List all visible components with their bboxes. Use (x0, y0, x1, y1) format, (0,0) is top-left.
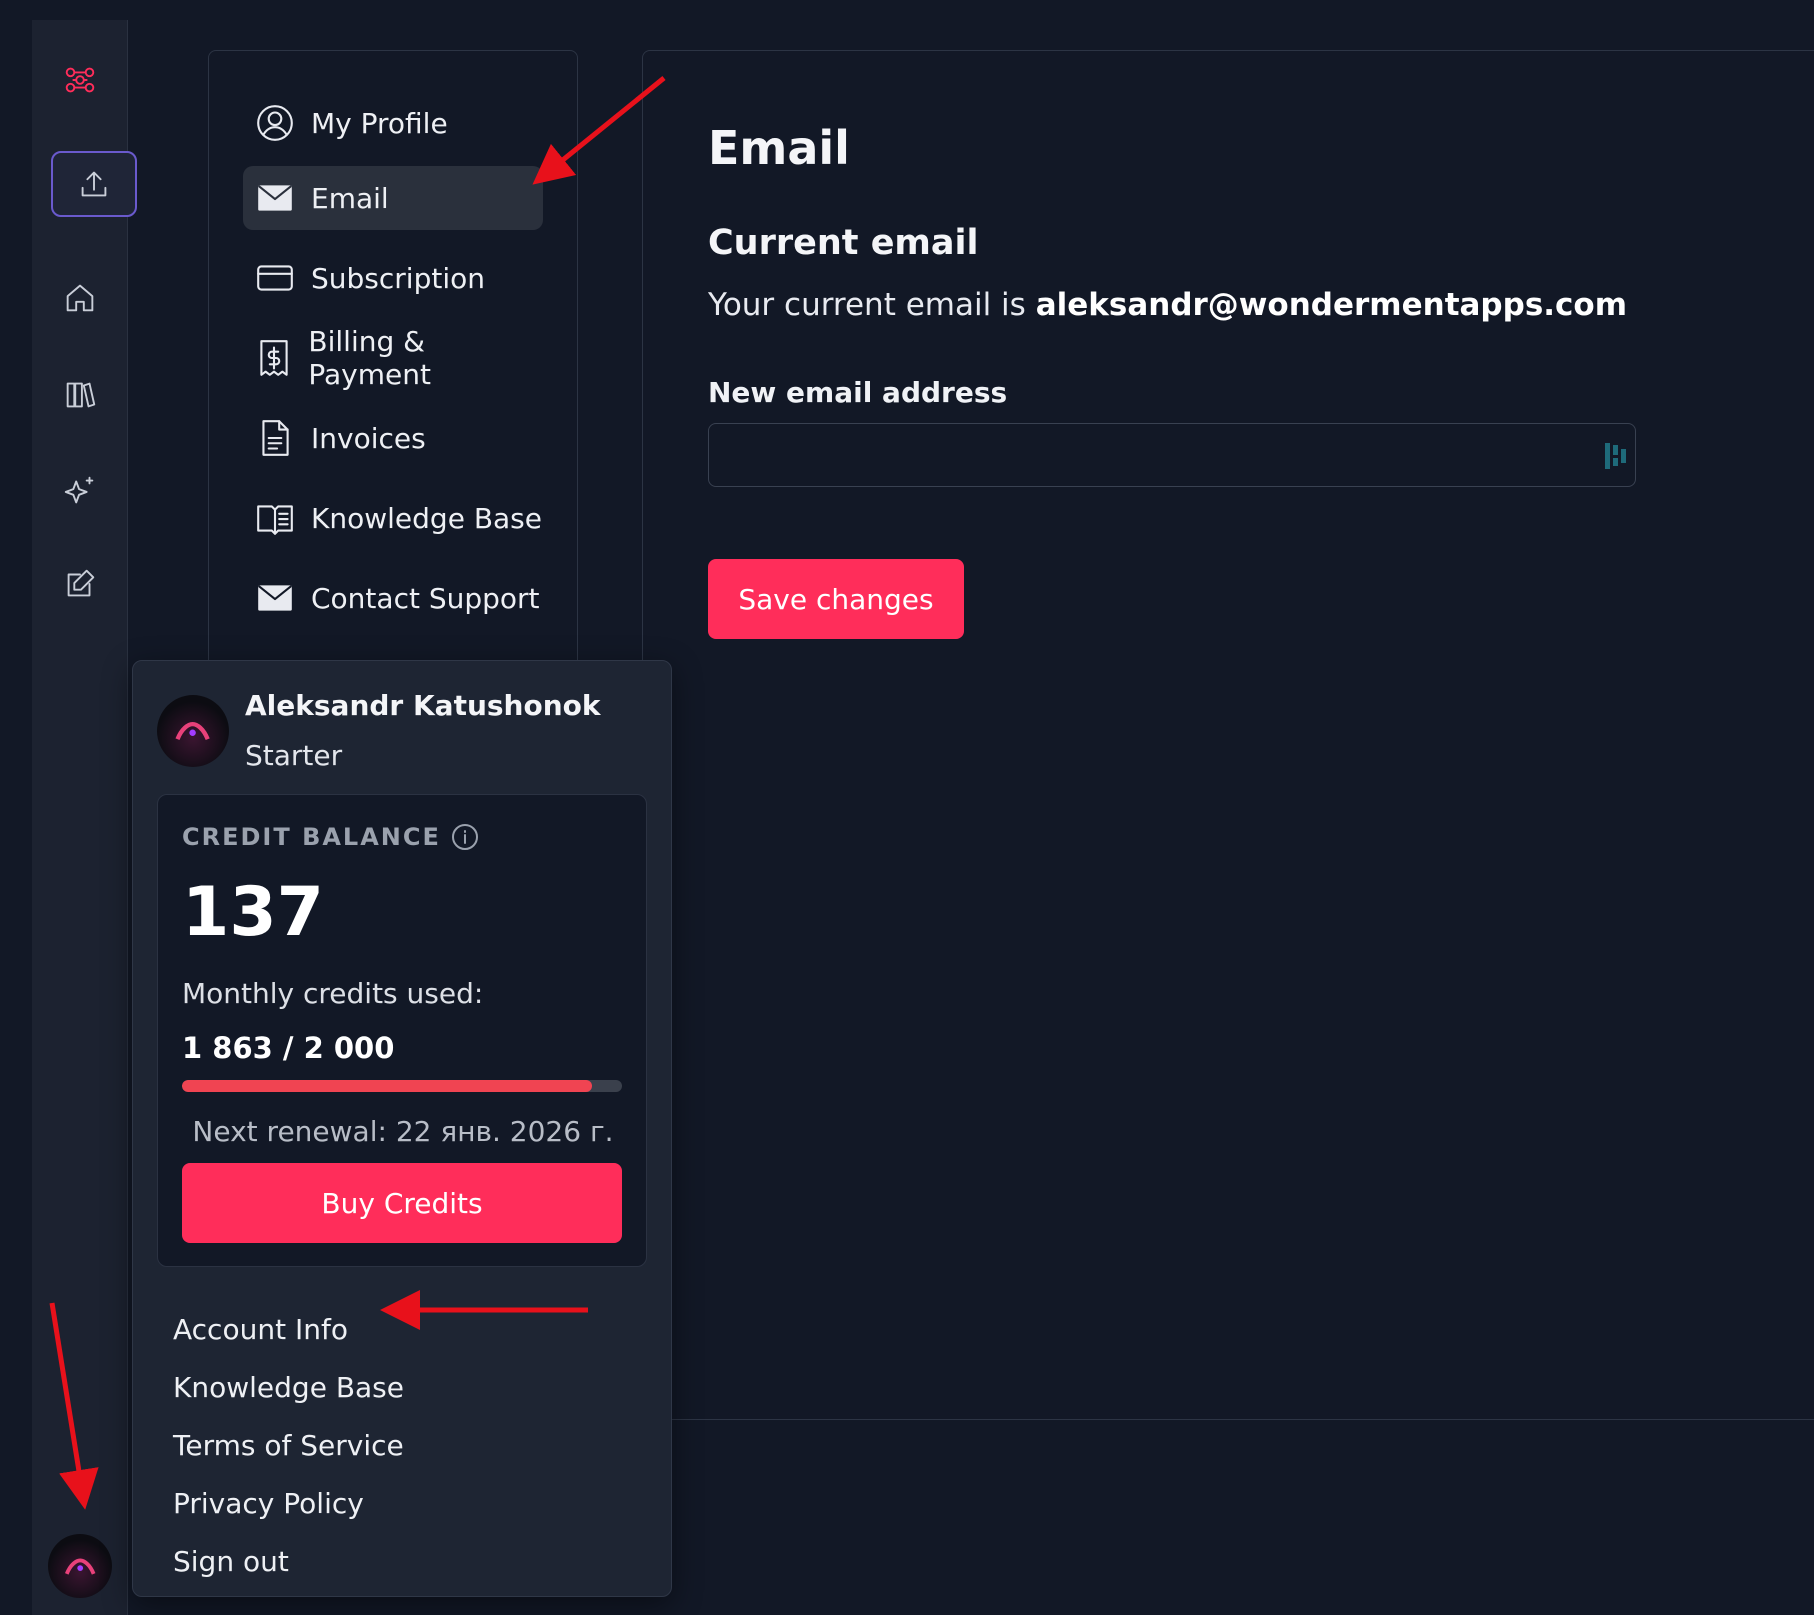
page-title: Email (708, 121, 850, 175)
menu-link-sign-out[interactable]: Sign out (173, 1545, 289, 1578)
settings-nav: My Profile Email Subscription Billing & … (208, 50, 578, 670)
nav-item-billing-payment[interactable]: Billing & Payment (243, 325, 543, 391)
nav-item-subscription[interactable]: Subscription (243, 246, 543, 310)
nav-item-knowledge-base[interactable]: Knowledge Base (243, 486, 543, 550)
current-email-text: Your current email is aleksandr@wonderme… (708, 287, 1627, 323)
envelope-icon (251, 574, 299, 622)
monthly-credits-progress (182, 1080, 622, 1092)
book-icon (251, 494, 299, 542)
user-avatar (157, 695, 229, 767)
nav-item-label: Billing & Payment (308, 325, 431, 391)
progress-fill (182, 1080, 592, 1092)
nav-item-label: Subscription (311, 261, 485, 295)
current-email-heading: Current email (708, 223, 979, 263)
nav-item-label: Email (311, 181, 389, 215)
document-icon (251, 414, 299, 462)
menu-link-terms-of-service[interactable]: Terms of Service (173, 1429, 404, 1462)
sparkle-icon[interactable] (50, 461, 110, 521)
nav-item-email[interactable]: Email (243, 166, 543, 230)
current-email-value: aleksandr@wondermentapps.com (1035, 287, 1628, 323)
nav-item-contact-support[interactable]: Contact Support (243, 566, 543, 630)
nav-item-label: My Profile (311, 106, 448, 140)
password-manager-icon[interactable] (1603, 441, 1629, 471)
credit-balance-value: 137 (182, 873, 324, 952)
user-circle-icon (251, 99, 299, 147)
current-email-prefix: Your current email is (708, 287, 1026, 323)
upload-icon[interactable] (51, 151, 137, 217)
credit-balance-label-text: CREDIT BALANCE (182, 823, 441, 851)
nav-item-label: Contact Support (311, 581, 540, 615)
credit-card-icon (251, 254, 299, 302)
edit-icon[interactable] (50, 554, 110, 614)
home-icon[interactable] (50, 268, 110, 328)
new-email-input[interactable] (708, 423, 1636, 487)
nav-item-label: Knowledge Base (311, 501, 542, 535)
avatar[interactable] (48, 1534, 112, 1598)
save-changes-button[interactable]: Save changes (708, 559, 964, 639)
menu-link-privacy-policy[interactable]: Privacy Policy (173, 1487, 364, 1520)
user-menu-popup: Aleksandr Katushonok Starter CREDIT BALA… (132, 660, 672, 1597)
library-icon[interactable] (50, 365, 110, 425)
user-name: Aleksandr Katushonok (245, 689, 601, 722)
credit-balance-label: CREDIT BALANCE (182, 823, 479, 851)
next-renewal: Next renewal: 22 янв. 2026 г. (192, 1115, 614, 1148)
nav-item-label: Invoices (311, 421, 426, 455)
credit-balance-card: CREDIT BALANCE 137 Monthly credits used:… (157, 794, 647, 1267)
nav-item-invoices[interactable]: Invoices (243, 406, 543, 470)
monthly-credits-label: Monthly credits used: (182, 977, 484, 1010)
monthly-credits-value: 1 863 / 2 000 (182, 1031, 395, 1065)
icon-rail (32, 20, 137, 1615)
new-email-label: New email address (708, 376, 1008, 409)
menu-link-knowledge-base[interactable]: Knowledge Base (173, 1371, 404, 1404)
logo-icon[interactable] (50, 50, 110, 110)
info-icon[interactable] (451, 823, 479, 851)
user-plan: Starter (245, 739, 343, 772)
menu-link-account-info[interactable]: Account Info (173, 1313, 348, 1346)
nav-item-my-profile[interactable]: My Profile (243, 91, 543, 155)
buy-credits-button[interactable]: Buy Credits (182, 1163, 622, 1243)
envelope-icon (251, 174, 299, 222)
email-panel: Email Current email Your current email i… (642, 50, 1814, 1420)
receipt-dollar-icon (251, 334, 296, 382)
